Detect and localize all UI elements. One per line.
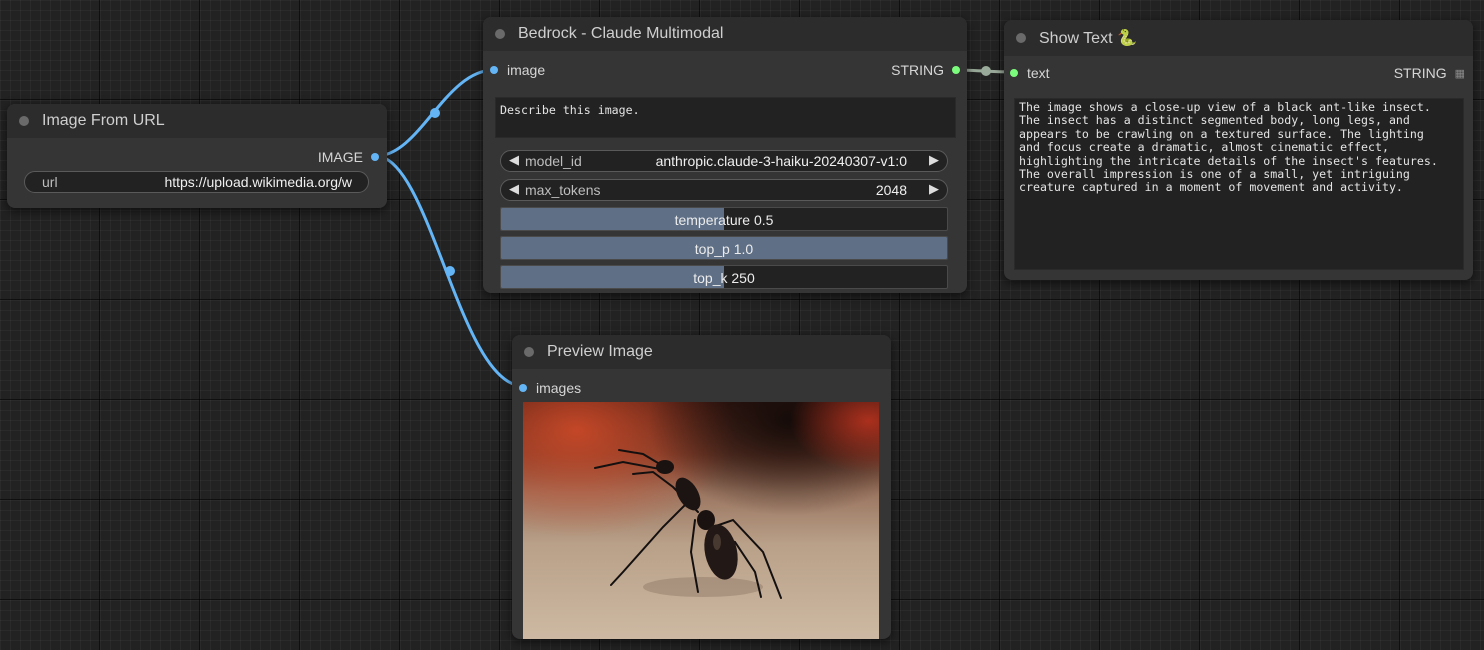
field-value: 2048 — [875, 182, 907, 198]
image-from-url-node[interactable]: Image From URL IMAGE url https://upload.… — [7, 104, 387, 208]
temperature-slider[interactable]: temperature 0.5 — [500, 207, 948, 231]
node-title-bar[interactable]: Show Text 🐍 — [1004, 20, 1473, 56]
arrow-right-icon[interactable]: ▶ — [929, 181, 939, 197]
node-title: Preview Image — [547, 343, 653, 360]
prompt-textarea[interactable]: Describe this image. — [495, 97, 956, 138]
slot-label: STRING — [891, 62, 944, 78]
node-title-bar[interactable]: Image From URL — [7, 104, 387, 138]
node-title: Image From URL — [42, 112, 165, 129]
model-id-combo[interactable]: ◀ model_id anthropic.claude-3-haiku-2024… — [500, 150, 948, 172]
slot-label: images — [536, 380, 582, 396]
input-slot-text[interactable]: text — [1010, 64, 1050, 82]
bedrock-claude-node[interactable]: Bedrock - Claude Multimodal image STRING… — [483, 17, 967, 293]
arrow-right-icon[interactable]: ▶ — [929, 152, 939, 168]
field-label: max_tokens — [525, 182, 601, 198]
collapse-dot-icon[interactable] — [495, 29, 505, 39]
output-slot-string[interactable]: STRING — [891, 61, 960, 79]
output-dot-icon[interactable] — [371, 153, 379, 161]
node-title-bar[interactable]: Bedrock - Claude Multimodal — [483, 17, 967, 51]
node-title: Bedrock - Claude Multimodal — [518, 25, 724, 42]
slot-label: text — [1027, 65, 1050, 81]
output-dot-icon[interactable] — [952, 66, 960, 74]
link-midpoint — [981, 66, 991, 76]
field-value: https://upload.wikimedia.org/w — [164, 174, 352, 190]
arrow-left-icon[interactable]: ◀ — [509, 152, 519, 168]
arrow-left-icon[interactable]: ◀ — [509, 181, 519, 197]
output-slot-image[interactable]: IMAGE — [318, 148, 379, 166]
output-slot-string[interactable]: STRING ▦ — [1394, 64, 1465, 82]
output-textarea[interactable]: The image shows a close-up view of a bla… — [1014, 98, 1464, 270]
url-field[interactable]: url https://upload.wikimedia.org/w — [24, 171, 369, 193]
input-dot-icon[interactable] — [1010, 69, 1018, 77]
grid-icon[interactable]: ▦ — [1455, 67, 1465, 80]
field-label: model_id — [525, 153, 582, 169]
collapse-dot-icon[interactable] — [19, 116, 29, 126]
slider-text: top_k 250 — [693, 270, 755, 286]
image-to-bedrock-link — [375, 68, 495, 158]
field-label: url — [42, 174, 58, 190]
input-slot-images[interactable]: images — [519, 379, 581, 397]
input-slot-image[interactable]: image — [490, 61, 545, 79]
collapse-dot-icon[interactable] — [524, 347, 534, 357]
top-k-slider[interactable]: top_k 250 — [500, 265, 948, 289]
link-midpoint — [430, 108, 440, 118]
preview-image-node[interactable]: Preview Image images — [512, 335, 891, 639]
node-title-bar[interactable]: Preview Image — [512, 335, 891, 369]
slot-label: STRING — [1393, 65, 1447, 81]
node-title: Show Text 🐍 — [1039, 30, 1137, 47]
input-dot-icon[interactable] — [519, 384, 527, 392]
max-tokens-combo[interactable]: ◀ max_tokens 2048 ▶ — [500, 179, 948, 201]
slider-text: top_p 1.0 — [694, 241, 754, 257]
preview-image — [523, 402, 879, 639]
show-text-node[interactable]: Show Text 🐍 text STRING ▦ The image show… — [1004, 20, 1473, 280]
ant-photo-icon — [523, 402, 879, 639]
slot-label: image — [507, 62, 546, 78]
collapse-dot-icon[interactable] — [1016, 33, 1026, 43]
slot-label: IMAGE — [317, 149, 363, 165]
link-midpoint — [445, 266, 455, 276]
input-dot-icon[interactable] — [490, 66, 498, 74]
field-value: anthropic.claude-3-haiku-20240307-v1:0 — [655, 153, 907, 169]
top-p-slider[interactable]: top_p 1.0 — [500, 236, 948, 260]
slider-text: temperature 0.5 — [674, 212, 774, 228]
